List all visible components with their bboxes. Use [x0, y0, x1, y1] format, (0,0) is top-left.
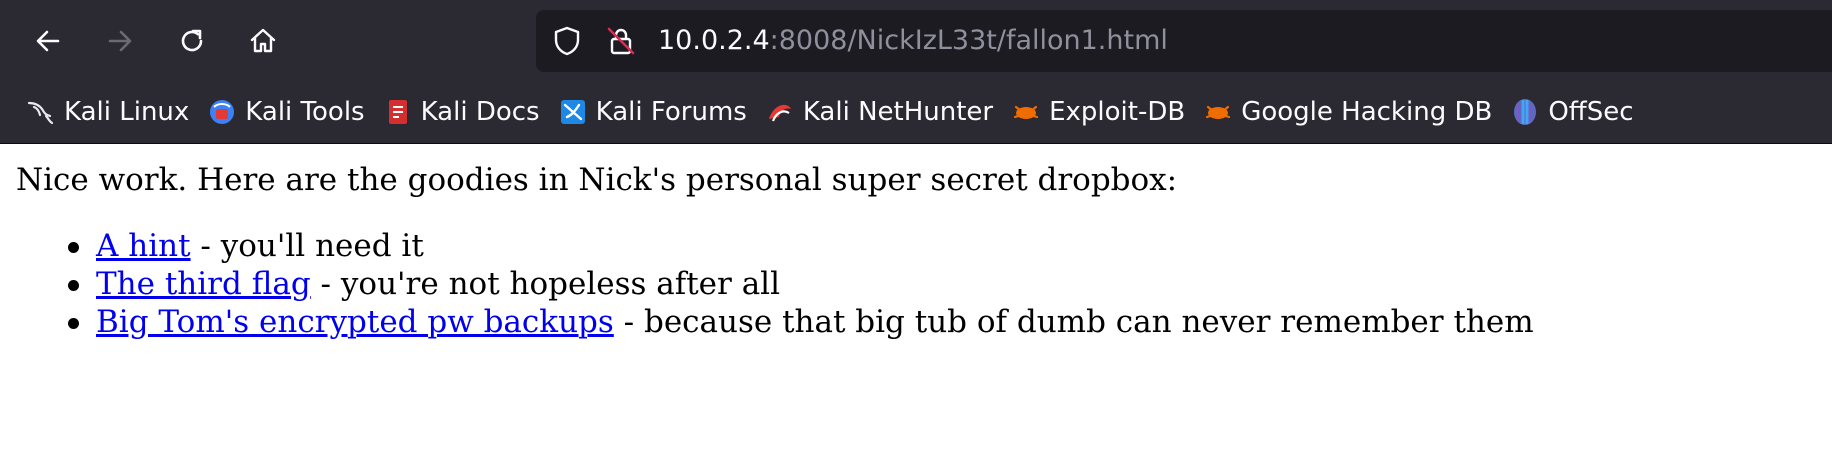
url-host: 10.0.2.4	[658, 25, 770, 56]
back-button[interactable]	[23, 16, 73, 66]
list-item-description: - you're not hopeless after all	[310, 266, 781, 302]
bookmark-kali-tools[interactable]: Kali Tools	[201, 92, 374, 132]
insecure-lock-icon[interactable]	[604, 24, 638, 58]
home-button[interactable]	[238, 16, 288, 66]
forward-button[interactable]	[95, 16, 145, 66]
hint-link[interactable]: A hint	[96, 228, 191, 264]
address-bar[interactable]: 10.0.2.4:8008/NickIzL33t/fallon1.html	[536, 10, 1832, 72]
list-item: A hint - you'll need it	[0, 227, 1534, 265]
bookmark-kali-docs[interactable]: Kali Docs	[377, 92, 550, 132]
page-content: Nice work. Here are the goodies in Nick'…	[0, 145, 1832, 466]
bookmark-label: Kali Linux	[64, 97, 190, 127]
bullet-icon	[68, 242, 79, 253]
bookmark-label: Kali Forums	[595, 97, 747, 127]
bullet-icon	[68, 318, 79, 329]
bookmark-kali-linux[interactable]: Kali Linux	[20, 92, 199, 132]
bookmark-label: Google Hacking DB	[1241, 97, 1493, 127]
kali-dragon-icon	[26, 97, 56, 127]
google-hacking-db-icon	[1203, 97, 1233, 127]
bookmark-label: Exploit-DB	[1049, 97, 1186, 127]
third-flag-link[interactable]: The third flag	[96, 266, 311, 302]
bookmark-label: Kali Docs	[420, 97, 540, 127]
reload-icon	[181, 29, 203, 52]
intro-text: Nice work. Here are the goodies in Nick'…	[16, 162, 1178, 198]
bookmark-offsec[interactable]: OffSec	[1504, 92, 1643, 132]
bookmark-label: OffSec	[1548, 97, 1634, 127]
offsec-icon	[1510, 97, 1540, 127]
kali-tools-icon	[207, 97, 237, 127]
reload-button[interactable]	[167, 16, 217, 66]
bookmarks-toolbar: Kali Linux Kali Tools Kali Docs Kali For…	[0, 88, 1832, 136]
list-item-description: - because that big tub of dumb can never…	[613, 304, 1534, 340]
bookmark-label: Kali Tools	[245, 97, 365, 127]
bookmark-google-hacking-db[interactable]: Google Hacking DB	[1197, 92, 1502, 132]
arrow-left-icon	[36, 30, 60, 52]
url-text[interactable]: 10.0.2.4:8008/NickIzL33t/fallon1.html	[658, 24, 1168, 58]
navigation-toolbar: 10.0.2.4:8008/NickIzL33t/fallon1.html	[0, 0, 1832, 82]
exploit-db-icon	[1011, 97, 1041, 127]
kali-docs-icon	[383, 97, 413, 127]
list-item: The third flag - you're not hopeless aft…	[0, 265, 1534, 303]
bookmark-exploit-db[interactable]: Exploit-DB	[1005, 92, 1195, 132]
pw-backups-link[interactable]: Big Tom's encrypted pw backups	[96, 304, 614, 340]
arrow-right-icon	[108, 30, 132, 52]
bullet-icon	[68, 280, 79, 291]
kali-forums-icon	[558, 97, 588, 127]
browser-chrome: 10.0.2.4:8008/NickIzL33t/fallon1.html Ka…	[0, 0, 1832, 144]
list-item-description: - you'll need it	[190, 228, 424, 264]
bookmark-kali-forums[interactable]: Kali Forums	[552, 92, 757, 132]
kali-nethunter-icon	[765, 97, 795, 127]
tracking-protection-shield-icon[interactable]	[550, 24, 584, 58]
bookmark-kali-nethunter[interactable]: Kali NetHunter	[759, 92, 1003, 132]
home-icon	[250, 28, 276, 53]
list-item: Big Tom's encrypted pw backups - because…	[0, 303, 1534, 341]
bookmark-label: Kali NetHunter	[802, 97, 994, 127]
url-path: :8008/NickIzL33t/fallon1.html	[769, 25, 1168, 56]
goodies-list: A hint - you'll need it The third flag -…	[0, 227, 1534, 341]
